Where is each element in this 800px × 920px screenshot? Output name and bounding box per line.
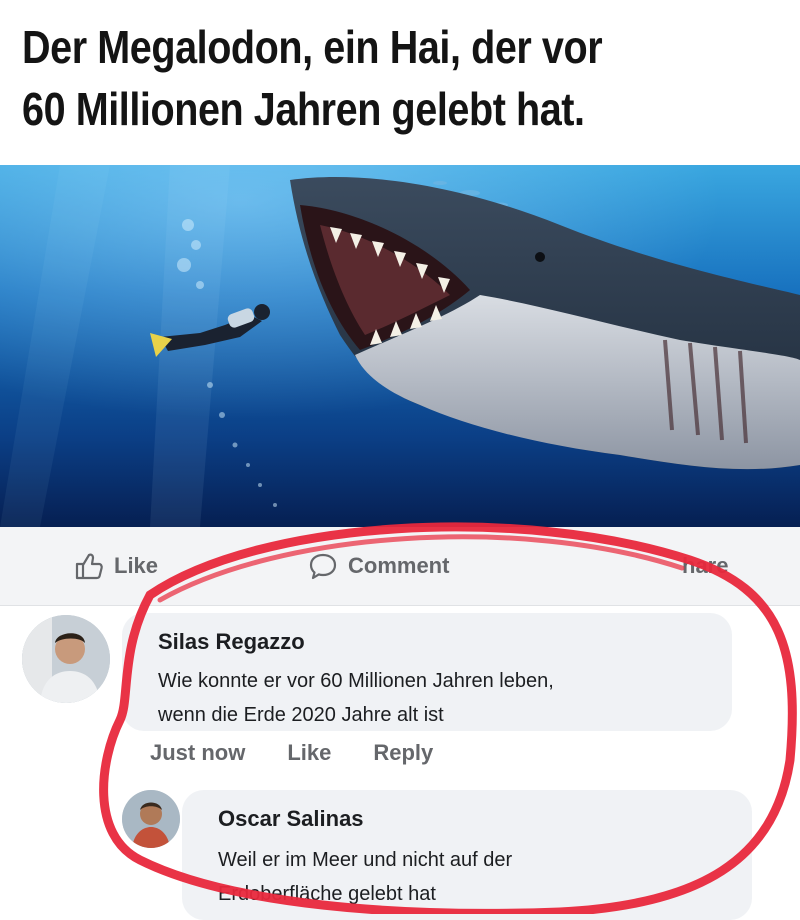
speech-bubble-icon <box>308 551 338 581</box>
comment-action-label: Comment <box>348 553 450 578</box>
like-action-button[interactable]: Like <box>74 549 158 583</box>
comment-like-button[interactable]: Like <box>287 740 331 765</box>
person-avatar-icon <box>122 790 180 848</box>
comment-action-button[interactable]: Comment <box>308 549 449 583</box>
post-action-bar: Like Comment hare <box>0 527 800 606</box>
meme-caption-line-2: 60 Millionen Jahren gelebt hat. <box>22 83 585 135</box>
comment-reply-button[interactable]: Reply <box>373 740 433 765</box>
like-action-label: Like <box>114 553 159 578</box>
meme-caption: Der Megalodon, ein Hai, der vor 60 Milli… <box>0 0 800 165</box>
comment-timestamp[interactable]: Just now <box>150 740 245 765</box>
comment-text-line-2: Erdoberfläche gelebt hat <box>218 883 436 905</box>
avatar[interactable] <box>122 790 180 848</box>
person-avatar-icon <box>22 615 110 703</box>
share-action-button[interactable]: hare <box>630 549 728 583</box>
comment-meta: Just now Like Reply <box>150 740 475 766</box>
comment-author[interactable]: Silas Regazzo <box>158 629 305 655</box>
comment-text-line-2: wenn die Erde 2020 Jahre alt ist <box>158 704 444 726</box>
thumbs-up-icon <box>74 551 104 581</box>
reply-thread-item: Oscar Salinas Weil er im Meer und nicht … <box>0 780 800 920</box>
comment-text-line-1: Weil er im Meer und nicht auf der <box>218 849 513 871</box>
comment-thread-item: Silas Regazzo Wie konnte er vor 60 Milli… <box>0 605 800 775</box>
meme-caption-line-1: Der Megalodon, ein Hai, der vor <box>22 21 603 73</box>
comment-bubble: Oscar Salinas Weil er im Meer und nicht … <box>182 790 752 920</box>
comment-text-line-1: Wie konnte er vor 60 Millionen Jahren le… <box>158 670 554 692</box>
comment-author[interactable]: Oscar Salinas <box>218 806 364 832</box>
megalodon-illustration <box>0 165 800 527</box>
avatar[interactable] <box>22 615 110 703</box>
comment-bubble: Silas Regazzo Wie konnte er vor 60 Milli… <box>122 613 732 731</box>
megalodon-photo[interactable] <box>0 165 800 527</box>
share-action-label: hare <box>682 553 729 578</box>
